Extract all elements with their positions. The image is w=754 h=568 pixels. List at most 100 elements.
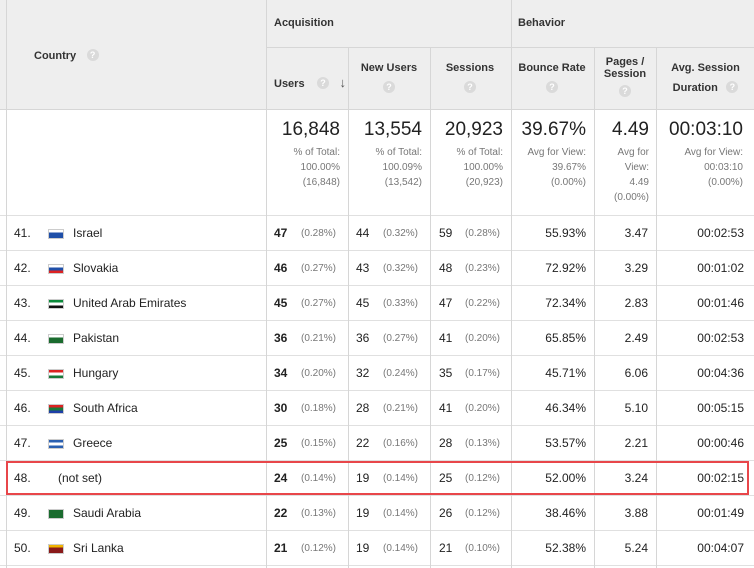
- new-users-percent: (0.14%): [383, 543, 419, 554]
- bounce-rate-value: 53.57%: [545, 436, 586, 450]
- totals-sessions-abs: (20,923): [465, 177, 503, 188]
- country-link[interactable]: Sri Lanka: [73, 531, 124, 566]
- totals-new-users-value: 13,554: [363, 119, 422, 140]
- avg-duration-header[interactable]: Avg. Session Duration ?: [657, 62, 754, 96]
- new-users-value: 45: [356, 296, 370, 310]
- new-users-header-label: New Users: [360, 62, 418, 74]
- sessions-percent: (0.22%): [465, 298, 501, 309]
- users-percent: (0.15%): [301, 438, 337, 449]
- pages-session-value: 5.24: [624, 541, 648, 555]
- table-row[interactable]: 47. Greece 25 (0.15%) 22 (0.16%) 28 (0.13%) 53.5…: [0, 426, 754, 461]
- country-link[interactable]: South Africa: [73, 391, 138, 426]
- help-icon[interactable]: ?: [619, 84, 631, 97]
- users-percent: (0.13%): [301, 508, 337, 519]
- table-row[interactable]: 41. Israel 47 (0.28%) 44 (0.32%) 59 (0.28%) 55.9…: [0, 216, 754, 251]
- help-icon[interactable]: ?: [86, 48, 99, 61]
- sessions-value: 28: [439, 436, 453, 450]
- new-users-header[interactable]: New Users ?: [348, 62, 430, 96]
- pages-session-value: 3.88: [624, 506, 648, 520]
- sessions-value: 26: [439, 506, 453, 520]
- bounce-rate-value: 46.34%: [545, 401, 586, 415]
- sessions-percent: (0.12%): [465, 508, 501, 519]
- pages-session-header-label-1: Pages /: [605, 56, 645, 68]
- sessions-value: 48: [439, 261, 453, 275]
- new-users-value: 22: [356, 436, 370, 450]
- totals-bounce-label: Avg for View:: [527, 147, 586, 158]
- row-divider: [0, 565, 754, 566]
- country-link[interactable]: Saudi Arabia: [73, 496, 141, 531]
- sessions-percent: (0.20%): [465, 333, 501, 344]
- help-icon[interactable]: ?: [546, 80, 558, 93]
- users-percent: (0.12%): [301, 543, 337, 554]
- table-row[interactable]: 50. Sri Lanka 21 (0.12%) 19 (0.14%) 21 (0.10%) 5…: [0, 531, 754, 566]
- sessions-value: 21: [439, 541, 453, 555]
- new-users-percent: (0.16%): [383, 438, 419, 449]
- totals-bounce-value: 39.67%: [521, 119, 586, 140]
- users-value: 21: [274, 541, 288, 555]
- totals-bounce-rate: 39.67% Avg for View: 39.67% (0.00%): [511, 119, 586, 190]
- country-flag-icon: [48, 439, 64, 449]
- country-link[interactable]: Hungary: [73, 356, 118, 391]
- sessions-percent: (0.10%): [465, 543, 501, 554]
- pages-session-header[interactable]: Pages / Session ?: [594, 56, 656, 100]
- table-row[interactable]: 44. Pakistan 36 (0.21%) 36 (0.27%) 41 (0.20%) 65…: [0, 321, 754, 356]
- new-users-value: 28: [356, 401, 370, 415]
- country-link[interactable]: Slovakia: [73, 251, 118, 286]
- sessions-value: 47: [439, 296, 453, 310]
- avg-duration-value: 00:04:07: [697, 541, 744, 555]
- sessions-percent: (0.28%): [465, 228, 501, 239]
- avg-duration-value: 00:00:46: [697, 436, 744, 450]
- totals-sessions-label: % of Total:: [456, 147, 503, 158]
- help-icon[interactable]: ?: [317, 76, 330, 89]
- totals-new-users: 13,554 % of Total: 100.09% (13,542): [348, 119, 422, 190]
- table-row[interactable]: 43. United Arab Emirates 45 (0.27%) 45 (0.33%…: [0, 286, 754, 321]
- country-link[interactable]: Israel: [73, 216, 102, 251]
- sessions-header-label: Sessions: [445, 62, 495, 74]
- totals-duration-abs: (0.00%): [707, 177, 743, 188]
- users-percent: (0.18%): [301, 403, 337, 414]
- country-flag-icon: [48, 369, 64, 379]
- totals-users-value: 16,848: [281, 119, 340, 140]
- sort-descending-icon[interactable]: ↓: [339, 75, 346, 90]
- table-row[interactable]: 45. Hungary 34 (0.20%) 32 (0.24%) 35 (0.17%) 45.…: [0, 356, 754, 391]
- users-value: 45: [274, 296, 288, 310]
- country-flag-icon: [48, 264, 64, 274]
- new-users-value: 44: [356, 226, 370, 240]
- totals-users-pct: 100.00%: [300, 162, 340, 173]
- country-link[interactable]: Pakistan: [73, 321, 119, 356]
- country-header[interactable]: Country ?: [34, 46, 99, 64]
- sessions-percent: (0.17%): [465, 368, 501, 379]
- totals-users: 16,848 % of Total: 100.00% (16,848): [266, 119, 340, 190]
- new-users-percent: (0.32%): [383, 228, 419, 239]
- sessions-value: 41: [439, 401, 453, 415]
- bounce-rate-value: 45.71%: [545, 366, 586, 380]
- country-flag-icon: [48, 229, 64, 239]
- users-percent: (0.27%): [301, 298, 337, 309]
- totals-pages-abs: (0.00%): [613, 192, 649, 203]
- users-value: 22: [274, 506, 288, 520]
- pages-session-header-label-2: Session: [603, 68, 647, 80]
- users-header[interactable]: Users ? ↓: [274, 74, 346, 92]
- bounce-rate-value: 52.38%: [545, 541, 586, 555]
- table-row[interactable]: 49. Saudi Arabia 22 (0.13%) 19 (0.14%) 26 (0.12…: [0, 496, 754, 531]
- bounce-rate-header[interactable]: Bounce Rate ?: [511, 62, 593, 96]
- avg-duration-value: 00:02:53: [697, 331, 744, 345]
- table-row[interactable]: 42. Slovakia 46 (0.27%) 43 (0.32%) 48 (0.23%) 72…: [0, 251, 754, 286]
- bounce-rate-value: 65.85%: [545, 331, 586, 345]
- country-link[interactable]: Greece: [73, 426, 112, 461]
- table-row[interactable]: 46. South Africa 30 (0.18%) 28 (0.21%) 41 (0.20…: [0, 391, 754, 426]
- sessions-header[interactable]: Sessions ?: [430, 62, 510, 96]
- avg-duration-header-label-1: Avg. Session: [671, 62, 740, 74]
- help-icon[interactable]: ?: [726, 80, 739, 93]
- country-flag-icon: [48, 544, 64, 554]
- totals-sessions-pct: 100.00%: [463, 162, 503, 173]
- country-link[interactable]: United Arab Emirates: [73, 286, 186, 321]
- sessions-percent: (0.20%): [465, 403, 501, 414]
- totals-new-users-pct: 100.09%: [382, 162, 422, 173]
- help-icon[interactable]: ?: [383, 80, 395, 93]
- users-percent: (0.27%): [301, 263, 337, 274]
- help-icon[interactable]: ?: [464, 80, 476, 93]
- bounce-rate-header-label: Bounce Rate: [518, 62, 586, 74]
- totals-new-users-label: % of Total:: [375, 147, 422, 158]
- behavior-group-header: Behavior: [518, 17, 566, 29]
